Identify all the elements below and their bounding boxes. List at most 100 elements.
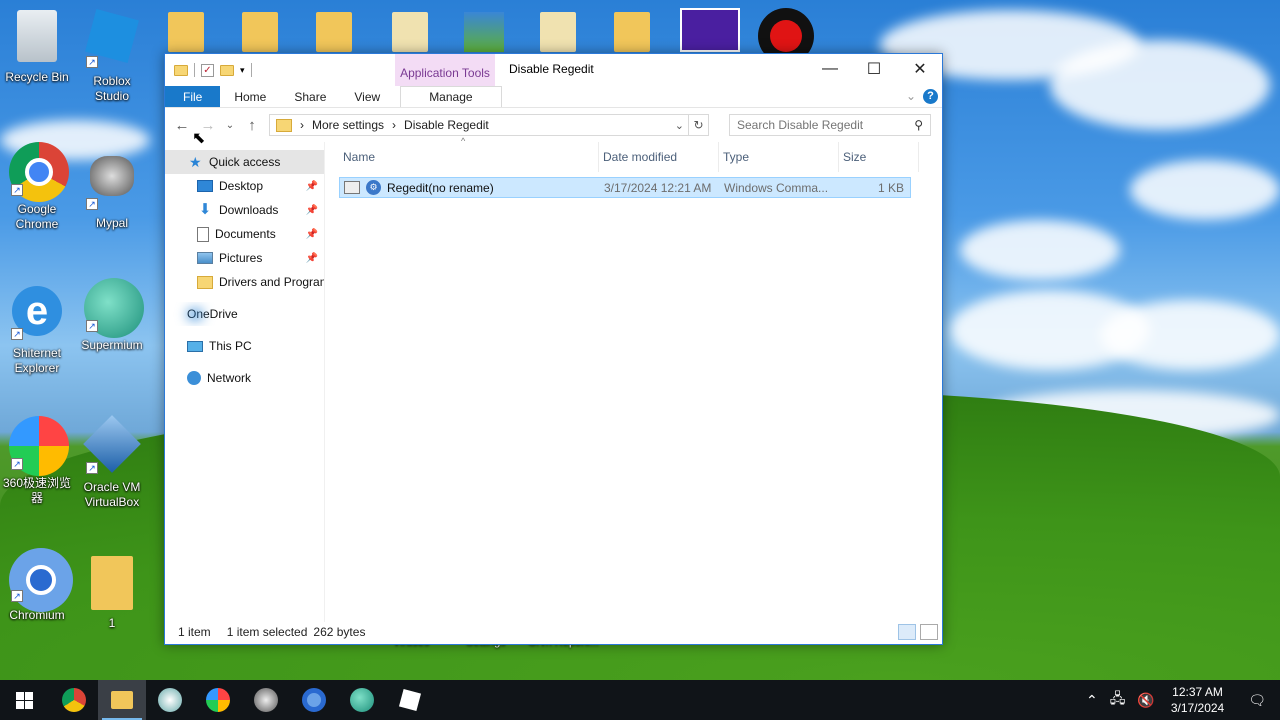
explorer-window[interactable]: ✓ ▾ Application Tools Disable Regedit — … xyxy=(164,53,943,645)
nav-network[interactable]: Network xyxy=(165,366,324,390)
refresh-button[interactable]: ↻ xyxy=(689,114,709,136)
desktop-image-icon[interactable] xyxy=(464,0,508,52)
show-hidden-icons-icon[interactable]: ⌃ xyxy=(1080,692,1104,709)
nav-onedrive[interactable]: OneDrive xyxy=(165,302,324,326)
column-date-modified[interactable]: Date modified xyxy=(599,142,719,172)
desktop-shortcut[interactable]: 1 xyxy=(75,556,149,631)
start-button[interactable] xyxy=(0,680,48,720)
desktop-shortcut[interactable]: e ↗ Shiternet Explorer xyxy=(0,284,74,376)
address-dropdown-icon[interactable]: ⌄ xyxy=(675,119,684,132)
large-icons-view-button[interactable] xyxy=(920,624,938,640)
notifications-icon[interactable]: 🗨 xyxy=(1234,692,1280,709)
close-button[interactable]: ✕ xyxy=(897,54,943,84)
file-list[interactable]: ^ Name Date modified Type Size ⚙ Regedit… xyxy=(325,136,942,622)
navigation-pane: ★ Quick access Desktop 📌 ⬇ Downloads 📌 D… xyxy=(165,142,325,622)
search-box[interactable]: ⚲ xyxy=(729,114,931,136)
tab-view[interactable]: View xyxy=(340,86,394,107)
up-button[interactable]: ↑ xyxy=(243,117,261,134)
desktop-shortcut[interactable]: ↗ 360极速浏览器 xyxy=(0,416,74,506)
desktop-folder-icon[interactable] xyxy=(540,0,584,52)
nav-downloads[interactable]: ⬇ Downloads 📌 xyxy=(165,198,324,222)
mypal-icon: ↗ xyxy=(84,156,140,212)
taskbar-chromium[interactable] xyxy=(290,680,338,720)
tab-home[interactable]: Home xyxy=(220,86,280,107)
nav-this-pc[interactable]: This PC xyxy=(165,334,324,358)
column-type[interactable]: Type xyxy=(719,142,839,172)
nav-quick-access[interactable]: ★ Quick access xyxy=(165,150,324,174)
properties-icon[interactable]: ✓ xyxy=(201,63,214,77)
desktop-folder-icon[interactable] xyxy=(614,0,658,52)
desktop-icon-label: Google Chrome xyxy=(15,202,59,231)
maximize-button[interactable]: ☐ xyxy=(851,54,897,84)
desktop-folder-icon[interactable] xyxy=(242,0,286,52)
address-bar[interactable]: › More settings › Disable Regedit ⌄ xyxy=(269,114,689,136)
recent-locations-button[interactable]: ⌄ xyxy=(225,120,235,131)
taskbar: ⌃ 🖧 🔇 12:37 AM 3/17/2024 🗨 xyxy=(0,680,1280,720)
desktop-shortcut[interactable]: ↗ Google Chrome xyxy=(0,142,74,232)
folder-icon xyxy=(174,64,188,76)
tab-share[interactable]: Share xyxy=(280,86,340,107)
taskbar-chrome[interactable] xyxy=(50,680,98,720)
taskbar-supermium[interactable] xyxy=(338,680,386,720)
mypal-icon xyxy=(254,688,278,712)
search-icon: ⚲ xyxy=(914,118,923,132)
nav-pictures[interactable]: Pictures 📌 xyxy=(165,246,324,270)
pictures-icon xyxy=(197,252,213,264)
expand-ribbon-icon[interactable]: ⌄ xyxy=(906,89,916,103)
tab-manage[interactable]: Manage xyxy=(400,86,502,107)
customize-toolbar-icon[interactable]: ▾ xyxy=(240,65,245,76)
minimize-button[interactable]: — xyxy=(807,54,853,84)
onedrive-icon xyxy=(187,309,203,319)
details-view-button[interactable] xyxy=(898,624,916,640)
back-button[interactable]: ← xyxy=(173,117,191,134)
volume-muted-icon[interactable]: 🔇 xyxy=(1131,692,1160,709)
checkbox-icon[interactable] xyxy=(344,181,360,194)
column-name[interactable]: Name xyxy=(339,142,599,172)
desktop-shortcut[interactable]: Recycle Bin xyxy=(0,8,74,85)
desktop-shortcut[interactable]: ↗ Oracle VM VirtualBox xyxy=(75,415,149,510)
folder-icon xyxy=(111,691,133,709)
new-folder-icon[interactable] xyxy=(220,64,234,76)
desktop-shortcut[interactable]: ↗ Chromium xyxy=(0,548,74,623)
item-count: 1 item xyxy=(178,625,211,639)
download-icon: ⬇ xyxy=(198,201,212,218)
chrome-icon xyxy=(62,688,86,712)
desktop-folder-icon[interactable] xyxy=(392,0,436,52)
nav-documents[interactable]: Documents 📌 xyxy=(165,222,324,246)
desktop-record-icon[interactable] xyxy=(758,0,818,64)
title-bar[interactable]: ✓ ▾ Application Tools Disable Regedit — … xyxy=(165,54,942,86)
clock[interactable]: 12:37 AM 3/17/2024 xyxy=(1161,684,1234,716)
taskbar-360-browser[interactable] xyxy=(194,680,242,720)
nav-desktop[interactable]: Desktop 📌 xyxy=(165,174,324,198)
taskbar-mypal[interactable] xyxy=(242,680,290,720)
breadcrumb-more-settings[interactable]: More settings xyxy=(312,118,384,132)
batch-file-icon: ⚙ xyxy=(366,180,381,195)
desktop-shortcut[interactable]: ↗ Roblox Studio xyxy=(75,8,149,104)
network-icon xyxy=(187,371,201,385)
desktop-cpu-icon[interactable] xyxy=(680,0,740,52)
column-size[interactable]: Size xyxy=(839,142,919,172)
search-input[interactable] xyxy=(737,118,902,132)
desktop-icon-label: Oracle VM VirtualBox xyxy=(83,480,141,509)
clock-time: 12:37 AM xyxy=(1172,685,1223,699)
taskbar-roblox[interactable] xyxy=(386,680,434,720)
network-icon[interactable]: 🖧 xyxy=(1104,688,1132,712)
desktop-icon-label: Supermium xyxy=(81,338,143,352)
taskbar-paint[interactable] xyxy=(146,680,194,720)
taskbar-file-explorer[interactable] xyxy=(98,680,146,720)
chrome-icon: ↗ xyxy=(9,142,69,202)
help-icon[interactable]: ? xyxy=(923,89,938,104)
selection-size: 262 bytes xyxy=(313,625,366,639)
desktop-folder-icon[interactable] xyxy=(316,0,360,52)
nav-drivers-and-programs[interactable]: Drivers and Program xyxy=(165,270,324,294)
breadcrumb-separator: › xyxy=(300,118,304,132)
breadcrumb-disable-regedit[interactable]: Disable Regedit xyxy=(404,118,489,132)
tab-file[interactable]: File xyxy=(165,86,221,107)
sort-arrow-icon: ^ xyxy=(461,136,466,146)
computer-icon xyxy=(187,340,203,352)
file-row[interactable]: ⚙ Regedit(no rename) 3/17/2024 12:21 AM … xyxy=(339,177,911,198)
desktop-shortcut[interactable]: ↗ Mypal xyxy=(75,150,149,231)
desktop-folder-icon[interactable] xyxy=(168,0,212,52)
desktop-shortcut[interactable]: ↗ Supermium xyxy=(75,278,149,353)
application-tools-context-tab: Application Tools xyxy=(395,54,495,86)
